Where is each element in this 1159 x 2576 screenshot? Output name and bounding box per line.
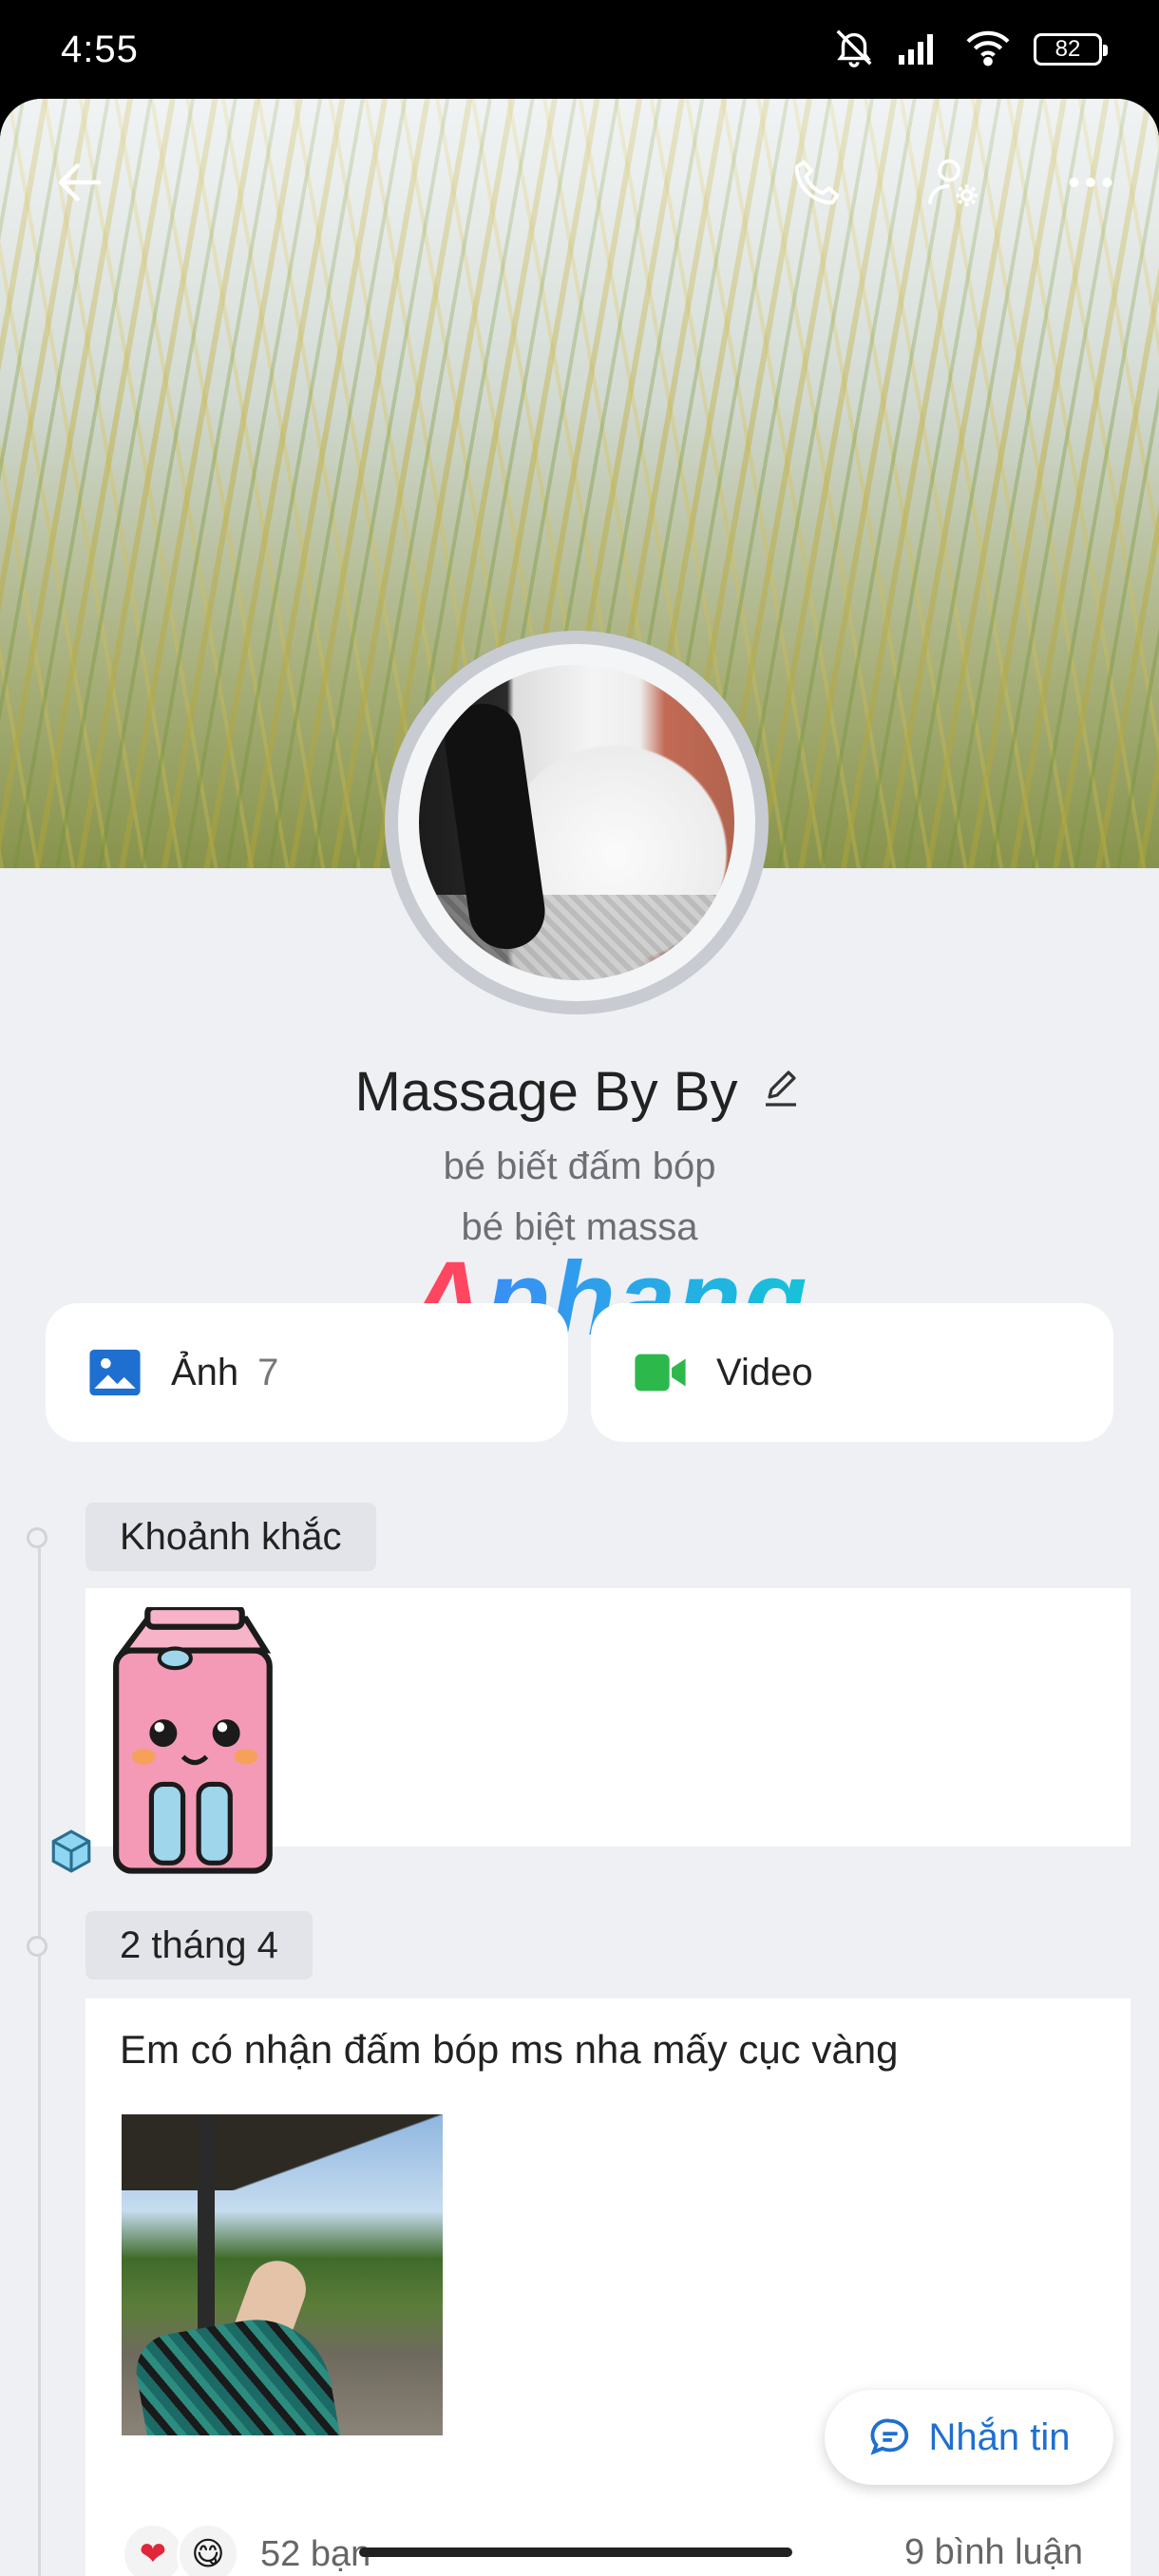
user-settings-icon xyxy=(928,159,978,206)
back-button[interactable] xyxy=(34,137,125,228)
timeline-dot xyxy=(27,1527,48,1548)
bio-line-1: bé biết đấm bóp xyxy=(443,1146,716,1187)
phone-icon xyxy=(794,160,840,205)
battery-icon: 82 xyxy=(1034,33,1108,66)
comment-count[interactable]: 9 bình luận xyxy=(904,2532,1083,2573)
status-bar: 4:55 82 xyxy=(0,0,1159,99)
edit-name-button[interactable] xyxy=(758,1067,804,1117)
date-tag: 2 tháng 4 xyxy=(86,1911,313,1979)
timeline-dot xyxy=(27,1936,48,1957)
home-indicator[interactable] xyxy=(359,2548,792,2557)
signal-icon xyxy=(897,28,942,71)
post-photo[interactable] xyxy=(122,2114,443,2435)
avatar-frame xyxy=(398,644,755,1001)
post-text: Em có nhận đấm bóp ms nha mấy cục vàng xyxy=(120,2027,899,2072)
moments-tag: Khoảnh khắc xyxy=(86,1503,376,1571)
mute-icon xyxy=(832,26,876,74)
back-arrow-icon xyxy=(58,163,102,201)
avatar[interactable] xyxy=(385,631,769,1014)
status-time: 4:55 xyxy=(61,28,139,70)
post-card[interactable]: Em có nhận đấm bóp ms nha mấy cục vàng ❤… xyxy=(86,1998,1130,2576)
photos-count: 7 xyxy=(257,1351,279,1393)
timeline-line xyxy=(38,1533,41,2576)
heart-reaction-icon: ❤ xyxy=(122,2523,184,2576)
chat-bubble-icon xyxy=(869,2418,908,2455)
video-camera-icon xyxy=(635,1354,686,1392)
battery-level: 82 xyxy=(1054,36,1081,62)
avatar-photo xyxy=(419,665,734,980)
ice-cube-icon xyxy=(51,1829,91,1873)
more-icon xyxy=(1069,178,1112,187)
profile-name-row: Massage By By xyxy=(0,1060,1159,1124)
milk-carton-sticker[interactable] xyxy=(95,1607,294,1883)
profile-settings-button[interactable] xyxy=(908,137,999,228)
video-button[interactable]: Video xyxy=(591,1303,1113,1442)
more-options-button[interactable] xyxy=(1045,137,1136,228)
reactions-summary[interactable]: ❤ 😋 52 bạn xyxy=(122,2523,370,2576)
video-label: Video xyxy=(716,1351,813,1393)
status-icons: 82 xyxy=(832,25,1108,74)
message-button-label: Nhắn tin xyxy=(928,2415,1071,2458)
profile-name: Massage By By xyxy=(354,1061,738,1123)
message-button[interactable]: Nhắn tin xyxy=(825,2390,1113,2485)
yum-reaction-icon: 😋 xyxy=(177,2523,239,2576)
wifi-icon xyxy=(963,28,1013,72)
image-icon xyxy=(89,1349,141,1396)
call-button[interactable] xyxy=(771,137,863,228)
pencil-icon xyxy=(766,1070,797,1107)
reaction-count: 52 bạn xyxy=(260,2533,371,2574)
photos-label: Ảnh xyxy=(171,1351,239,1393)
photos-button[interactable]: Ảnh 7 xyxy=(46,1303,568,1442)
profile-screen: Massage By By bé biết đấm bóp bé biệt ma… xyxy=(0,99,1159,2576)
